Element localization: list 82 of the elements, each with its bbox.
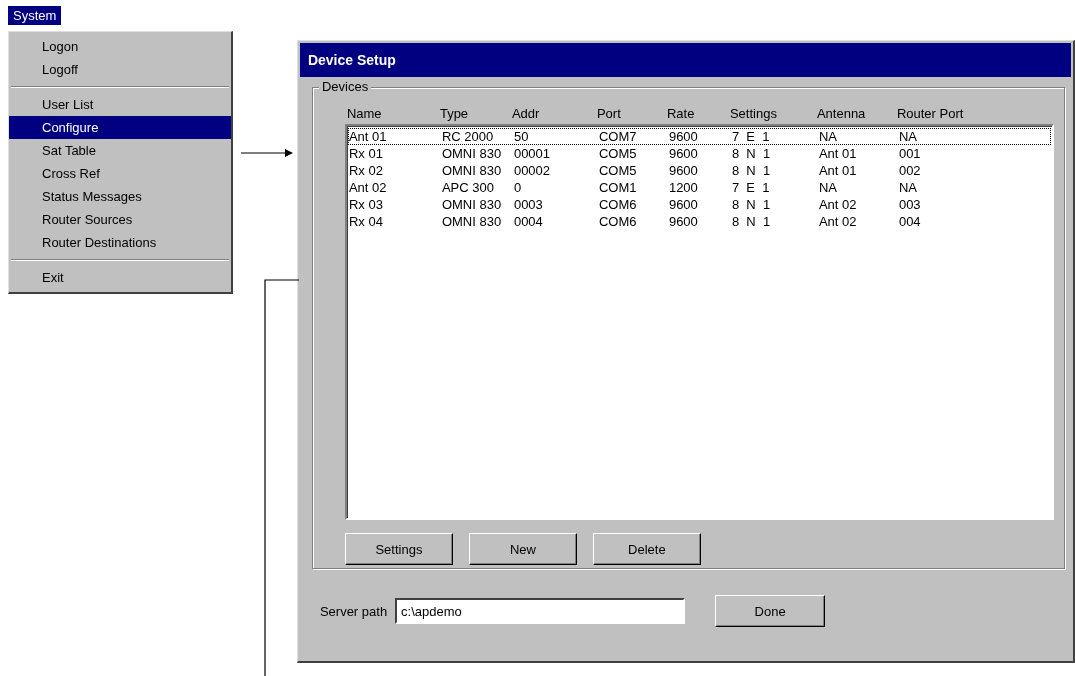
column-header: Antenna: [816, 105, 867, 121]
table-cell-text: COM1: [598, 180, 638, 195]
menu-title[interactable]: System: [8, 6, 62, 25]
table-cell-text: 002: [898, 163, 922, 178]
input-field[interactable]: c:\apdemo: [395, 598, 686, 624]
list-row[interactable]: Rx 02 OMNI 830 00002 COM5 9600 8 N 1 Ant 01 002: [347, 162, 1051, 179]
table-cell-text: 9600: [668, 197, 699, 212]
menu-item[interactable]: Exit: [9, 266, 231, 289]
list-row[interactable]: Ant 01 RC 2000 50 COM7 9600 7 E 1 NA NA: [347, 128, 1051, 145]
list-row[interactable]: Rx 01 OMNI 830 00001 COM5 9600 8 N 1 Ant 01 001: [347, 145, 1051, 162]
list-button[interactable]: Settings: [344, 533, 453, 565]
table-cell-text: 00001: [513, 146, 552, 161]
table-cell-text: COM5: [598, 146, 638, 161]
column-header: Router Port: [896, 105, 965, 121]
table-cell-text: COM7: [598, 129, 638, 144]
table-cell-text: RC 2000: [441, 129, 495, 144]
window-title: Device Setup: [299, 43, 1071, 77]
table-cell-text: 0004: [513, 214, 544, 229]
table-cell-text: OMNI 830: [441, 197, 503, 212]
table-cell-text: 9600: [668, 146, 699, 161]
column-header: Port: [596, 105, 622, 121]
table-cell-text: 9600: [668, 163, 699, 178]
table-cell-text: Ant 02: [348, 180, 388, 195]
list-button[interactable]: New: [468, 533, 577, 565]
list-row[interactable]: Rx 04 OMNI 830 0004 COM6 9600 8 N 1 Ant 02 004: [347, 213, 1051, 230]
group-label: Devices: [318, 79, 372, 94]
menu-item[interactable]: Logoff: [9, 58, 231, 81]
menu-item[interactable]: Configure: [9, 116, 231, 139]
menu-item[interactable]: Router Destinations: [9, 231, 231, 254]
table-cell-text: Ant 01: [348, 129, 388, 144]
table-cell-text: 8 N 1: [731, 146, 772, 161]
done-button[interactable]: Done: [715, 595, 826, 627]
table-cell-text: 00002: [513, 163, 552, 178]
table-cell-text: NA: [898, 129, 918, 144]
table-cell-text: COM5: [598, 163, 638, 178]
table-cell-text: 004: [898, 214, 922, 229]
table-cell-text: NA: [818, 180, 838, 195]
table-cell-text: 9600: [668, 129, 699, 144]
menu-item[interactable]: Sat Table: [9, 139, 231, 162]
table-cell-text: OMNI 830: [441, 214, 503, 229]
table-cell-text: OMNI 830: [441, 163, 503, 178]
arrow-drawing: [241, 148, 294, 158]
menu-item[interactable]: Router Sources: [9, 208, 231, 231]
table-cell-text: 8 N 1: [731, 163, 772, 178]
table-cell-text: Rx 01: [348, 146, 384, 161]
table-cell-text: 50: [513, 129, 530, 144]
table-cell-text: 001: [898, 146, 922, 161]
column-header: Rate: [666, 105, 696, 121]
list-row[interactable]: Ant 02 APC 300 0 COM1 1200 7 E 1 NA NA: [347, 179, 1051, 196]
table-cell-text: Ant 02: [818, 197, 858, 212]
table-cell-text: Ant 01: [818, 163, 858, 178]
list-row[interactable]: Rx 03 OMNI 830 0003 COM6 9600 8 N 1 Ant 02 003: [347, 196, 1051, 213]
table-cell-text: 8 N 1: [731, 214, 772, 229]
table-cell-text: 7 E 1: [731, 129, 771, 144]
menu-item[interactable]: Status Messages: [9, 185, 231, 208]
table-cell-text: NA: [818, 129, 838, 144]
table-cell-text: Ant 01: [818, 146, 858, 161]
table-cell-text: Rx 03: [348, 197, 384, 212]
field-label: Server path: [319, 603, 388, 619]
column-header: Addr: [511, 105, 541, 121]
table-cell-text: Ant 02: [818, 214, 858, 229]
table-cell-text: 003: [898, 197, 922, 212]
table-cell-text: OMNI 830: [441, 146, 503, 161]
table-cell-text: 7 E 1: [731, 180, 771, 195]
table-cell-text: APC 300: [441, 180, 495, 195]
table-cell-text: 1200: [668, 180, 699, 195]
table-cell-text: NA: [898, 180, 918, 195]
table-cell-text: COM6: [598, 214, 638, 229]
table-cell-text: 0003: [513, 197, 544, 212]
table-cell-text: 9600: [668, 214, 699, 229]
column-header: Name: [346, 105, 383, 121]
column-header: Settings: [729, 105, 778, 121]
menu-item[interactable]: Cross Ref: [9, 162, 231, 185]
menu-item[interactable]: Logon: [9, 35, 231, 58]
table-cell-text: Rx 04: [348, 214, 384, 229]
list-button[interactable]: Delete: [592, 533, 701, 565]
table-cell-text: Rx 02: [348, 163, 384, 178]
table-cell-text: COM6: [598, 197, 638, 212]
column-header: Type: [439, 105, 470, 121]
table-cell-text: 0: [513, 180, 523, 195]
table-cell-text: 8 N 1: [731, 197, 772, 212]
menu-item[interactable]: User List: [9, 93, 231, 116]
